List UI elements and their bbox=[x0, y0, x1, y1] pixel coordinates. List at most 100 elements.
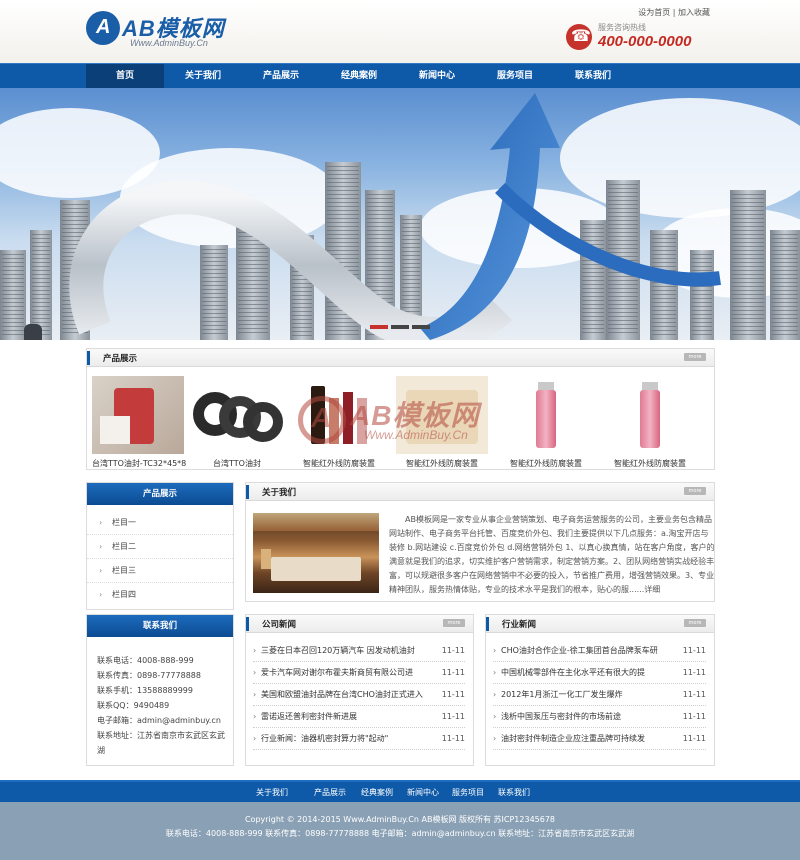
nav-services[interactable]: 服务项目 bbox=[476, 64, 554, 89]
lamp bbox=[261, 549, 271, 569]
nav-home[interactable]: 首页 bbox=[86, 64, 164, 89]
industry-news-title-bar: 行业新闻 more bbox=[486, 615, 714, 633]
news-title[interactable]: 2012年1月浙江一化工厂发生爆炸 bbox=[501, 684, 676, 706]
footer-link-services[interactable]: 服务项目 bbox=[452, 787, 484, 798]
contact-fax: 联系传真：0898-77778888 bbox=[97, 671, 201, 680]
news-row: 浅析中国泵压与密封件的市场前途 11-11 bbox=[493, 706, 706, 728]
footer-link-news[interactable]: 新闻中心 bbox=[407, 787, 439, 798]
product-caption[interactable]: 智能红外线防腐装置 bbox=[604, 458, 696, 469]
news-title[interactable]: 雷诺返还普利密封件新进展 bbox=[261, 706, 436, 728]
news-title[interactable]: 爱卡汽车网对谢尔布霍夫斯商贸有限公司进 bbox=[261, 662, 436, 684]
about-title: 关于我们 bbox=[262, 488, 297, 498]
nav-contact[interactable]: 联系我们 bbox=[554, 64, 632, 89]
site-footer: Copyright © 2014-2015 Www.AdminBuy.Cn AB… bbox=[0, 802, 800, 860]
news-title[interactable]: 行业新闻：油器机密封算力将"起动" bbox=[261, 728, 436, 750]
footer-link-cases[interactable]: 经典案例 bbox=[361, 787, 393, 798]
product-image[interactable] bbox=[293, 376, 385, 454]
product-item[interactable]: 智能红外线防腐装置 bbox=[604, 376, 696, 469]
nav-about[interactable]: 关于我们 bbox=[164, 64, 242, 89]
site-logo[interactable]: A AB模板网 Www.AdminBuy.Cn bbox=[86, 10, 236, 52]
nav-products[interactable]: 产品展示 bbox=[242, 64, 320, 89]
sidebar-products: 产品展示 栏目一 栏目二 栏目三 栏目四 bbox=[86, 482, 234, 610]
industry-news-title: 行业新闻 bbox=[502, 620, 537, 630]
sidebar-item[interactable]: 栏目四 bbox=[87, 583, 233, 607]
news-title[interactable]: 三菱在日本召回120万辆汽车 因发动机油封 bbox=[261, 640, 436, 662]
sidebar-products-title: 产品展示 bbox=[87, 483, 233, 505]
news-row: 美国和欧盟油封品牌在台湾CHO油封正式进入 11-11 bbox=[253, 684, 465, 706]
news-title[interactable]: CHO油封合作企业-徐工集团首台品牌泵车研 bbox=[501, 640, 676, 662]
company-news-more-button[interactable]: more bbox=[443, 619, 465, 627]
news-date: 11-11 bbox=[682, 690, 706, 699]
product-caption[interactable]: 台湾TTO油封-TC32*45*8 bbox=[92, 458, 186, 469]
about-text: AB模板网是一家专业从事企业营销策划、电子商务运营服务的公司，主要业务包含精品网… bbox=[389, 515, 715, 594]
news-title[interactable]: 油封密封件制造企业应注重品牌可持续发 bbox=[501, 728, 676, 750]
news-date: 11-11 bbox=[441, 734, 465, 743]
set-homepage-link[interactable]: 设为首页 bbox=[638, 8, 670, 17]
add-favorite-link[interactable]: 加入收藏 bbox=[678, 8, 710, 17]
contact-mobile: 联系手机：13588889999 bbox=[97, 686, 193, 695]
product-image[interactable] bbox=[92, 376, 184, 454]
contact-address-cont: 湖 bbox=[97, 746, 105, 755]
product-caption[interactable]: 智能红外线防腐装置 bbox=[293, 458, 385, 469]
nav-news[interactable]: 新闻中心 bbox=[398, 64, 476, 89]
footer-link-contact[interactable]: 联系我们 bbox=[498, 787, 530, 798]
news-row: 油封密封件制造企业应注重品牌可持续发 11-11 bbox=[493, 728, 706, 750]
news-row: 2012年1月浙江一化工厂发生爆炸 11-11 bbox=[493, 684, 706, 706]
news-date: 11-11 bbox=[441, 668, 465, 677]
news-date: 11-11 bbox=[682, 712, 706, 721]
about-image bbox=[253, 513, 379, 593]
news-date: 11-11 bbox=[682, 646, 706, 655]
sidebar-item[interactable]: 栏目二 bbox=[87, 535, 233, 559]
hero-banner[interactable] bbox=[0, 88, 800, 340]
banner-dot[interactable] bbox=[391, 325, 409, 329]
industry-news-more-button[interactable]: more bbox=[684, 619, 706, 627]
banner-arrow-graphic bbox=[69, 93, 721, 340]
product-item[interactable]: 台湾TTO油封 bbox=[191, 376, 283, 469]
site-header: A AB模板网 Www.AdminBuy.Cn 设为首页 | 加入收藏 服务咨询… bbox=[0, 0, 800, 63]
sidebar-item[interactable]: 栏目三 bbox=[87, 559, 233, 583]
lipstick bbox=[329, 398, 339, 444]
product-caption[interactable]: 台湾TTO油封 bbox=[191, 458, 283, 469]
product-image[interactable] bbox=[604, 376, 696, 454]
lip-gloss-tube bbox=[640, 390, 660, 448]
footer-link-products[interactable]: 产品展示 bbox=[314, 787, 346, 798]
product-caption[interactable]: 智能红外线防腐装置 bbox=[500, 458, 592, 469]
product-item[interactable]: 智能红外线防腐装置 bbox=[396, 376, 488, 469]
product-caption[interactable]: 智能红外线防腐装置 bbox=[396, 458, 488, 469]
top-link-separator: | bbox=[672, 8, 676, 17]
logo-mark-letter: A bbox=[96, 16, 111, 38]
sidebar-item[interactable]: 栏目一 bbox=[87, 511, 233, 535]
footer-copyright: Copyright © 2014-2015 Www.AdminBuy.Cn AB… bbox=[244, 815, 556, 824]
news-row: 雷诺返还普利密封件新进展 11-11 bbox=[253, 706, 465, 728]
news-date: 11-11 bbox=[441, 712, 465, 721]
contact-email: 电子邮箱：admin@adminbuy.cn bbox=[97, 716, 221, 725]
news-title[interactable]: 中国机械零部件在主化水平还有很大的提 bbox=[501, 662, 676, 684]
products-more-button[interactable]: more bbox=[684, 353, 706, 361]
company-news-title: 公司新闻 bbox=[262, 620, 297, 630]
about-more-button[interactable]: more bbox=[684, 487, 706, 495]
nav-cases[interactable]: 经典案例 bbox=[320, 64, 398, 89]
product-item[interactable]: 智能红外线防腐装置 bbox=[293, 376, 385, 469]
contact-phone: 联系电话：4008-888-999 bbox=[97, 656, 194, 665]
banner-dot[interactable] bbox=[412, 325, 430, 329]
top-links: 设为首页 | 加入收藏 bbox=[638, 7, 710, 18]
footer-link-about[interactable]: 关于我们 bbox=[256, 787, 288, 798]
sidebar-contact: 联系我们 联系电话：4008-888-999 联系传真：0898-7777888… bbox=[86, 614, 234, 766]
news-row: CHO油封合作企业-徐工集团首台品牌泵车研 11-11 bbox=[493, 640, 706, 662]
phone-icon bbox=[566, 24, 592, 50]
company-news-title-bar: 公司新闻 more bbox=[246, 615, 473, 633]
product-image[interactable] bbox=[396, 376, 488, 454]
lipstick bbox=[357, 398, 367, 444]
product-image[interactable] bbox=[500, 376, 592, 454]
product-image[interactable] bbox=[191, 376, 283, 454]
cosmetic-bottle bbox=[311, 386, 325, 444]
product-box bbox=[406, 390, 478, 444]
contact-title: 联系我们 bbox=[87, 615, 233, 637]
news-title[interactable]: 浅析中国泵压与密封件的市场前途 bbox=[501, 706, 676, 728]
product-item[interactable]: 台湾TTO油封-TC32*45*8 bbox=[92, 376, 186, 469]
logo-mark: A bbox=[86, 11, 120, 45]
about-section: 关于我们 more AB模板网是一家专业从事企业营销策划、电子商务运营服务的公司… bbox=[245, 482, 715, 602]
product-item[interactable]: 智能红外线防腐装置 bbox=[500, 376, 592, 469]
news-title[interactable]: 美国和欧盟油封品牌在台湾CHO油封正式进入 bbox=[261, 684, 436, 706]
banner-dot[interactable] bbox=[370, 325, 388, 329]
